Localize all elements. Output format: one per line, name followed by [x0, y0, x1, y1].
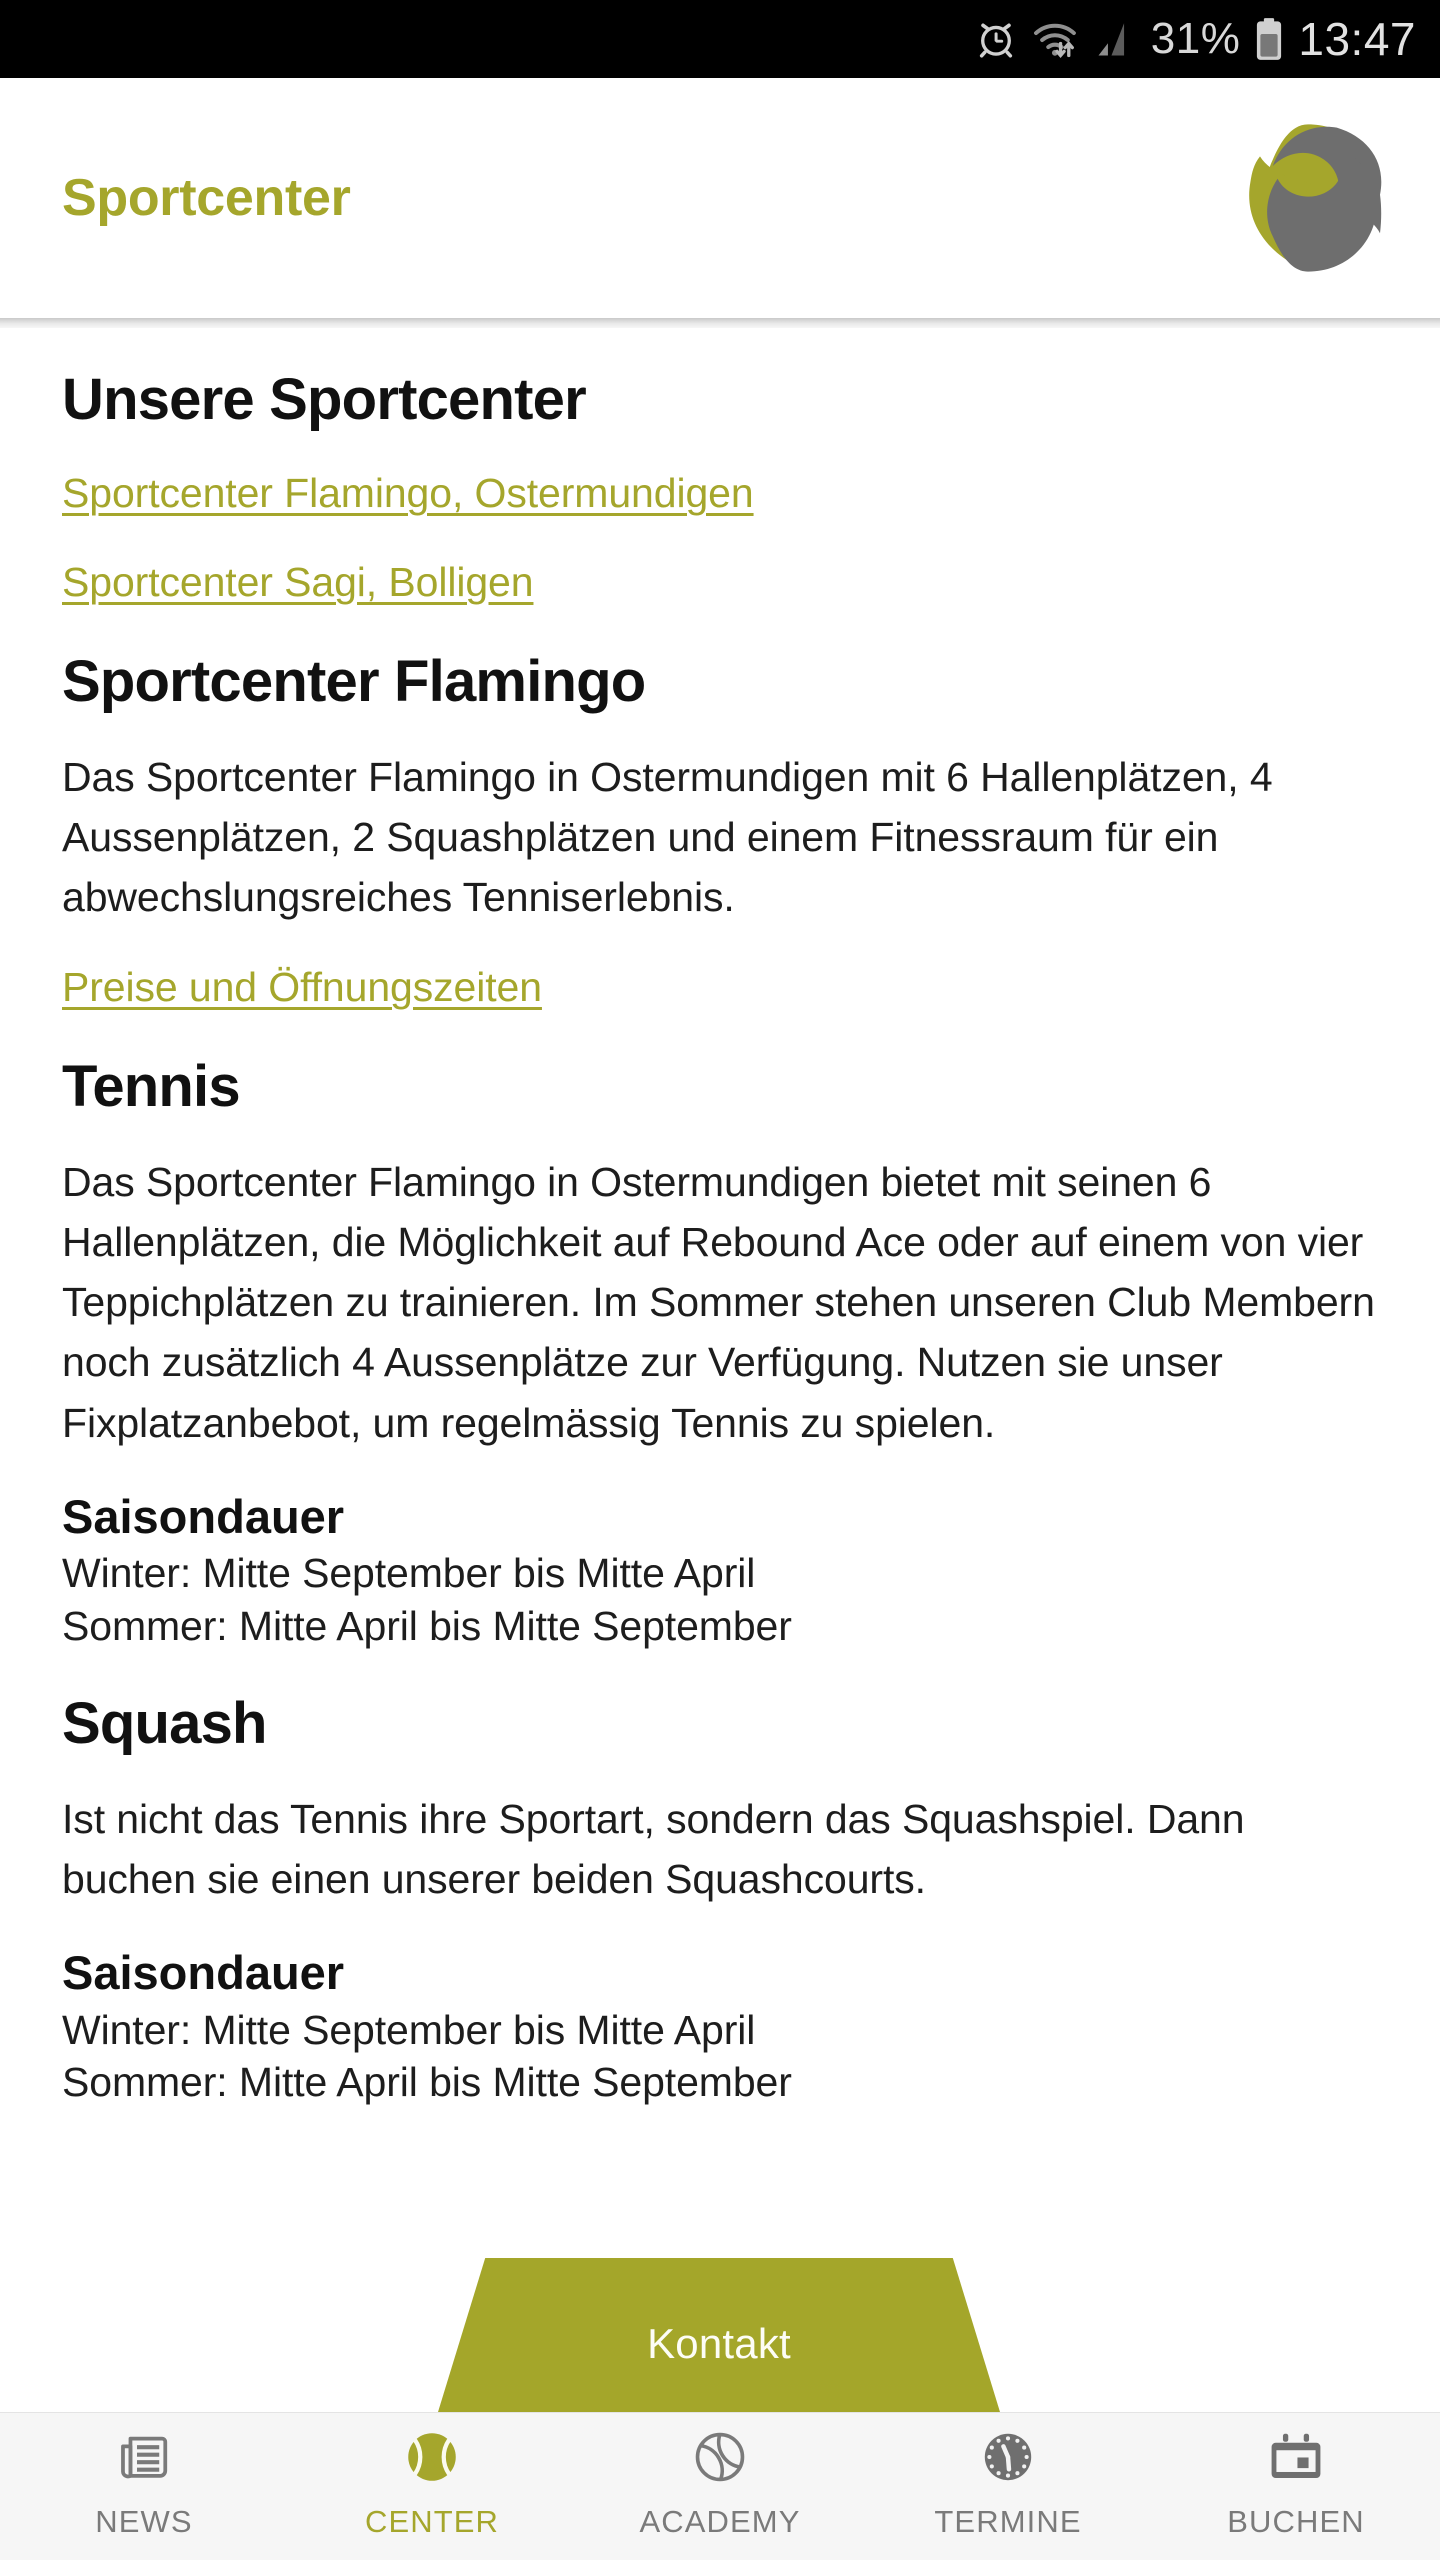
- newspaper-icon: [115, 2426, 173, 2488]
- nav-item-termine[interactable]: TERMINE: [864, 2413, 1152, 2560]
- nav-label-news: NEWS: [95, 2504, 193, 2539]
- paragraph-tennis-description: Das Sportcenter Flamingo in Ostermundige…: [62, 1158, 1375, 1446]
- label-squash-saisondauer: Saisondauer: [62, 1946, 345, 2000]
- bottom-navigation-bar: NEWS CENTER ACADEMY TERMINE BUCHEN: [0, 2412, 1440, 2560]
- tennis-season-summer: Sommer: Mitte April bis Mitte September: [62, 1602, 792, 1649]
- app-header: Sportcenter: [0, 78, 1440, 318]
- status-bar: 31% 13:47: [0, 0, 1440, 78]
- nav-item-news[interactable]: NEWS: [0, 2413, 288, 2560]
- content-scroll-area[interactable]: Unsere Sportcenter Sportcenter Flamingo,…: [0, 328, 1440, 2412]
- nav-label-termine: TERMINE: [934, 2504, 1082, 2539]
- sportcenter-logo: [1228, 118, 1388, 278]
- heading-sportcenter-flamingo: Sportcenter Flamingo: [62, 648, 646, 714]
- battery-percent-label: 31%: [1150, 14, 1241, 63]
- tennis-ball-filled-icon: [402, 2426, 462, 2488]
- kontakt-button-label: Kontakt: [647, 2320, 791, 2367]
- label-tennis-saisondauer: Saisondauer: [62, 1489, 345, 1543]
- nav-item-center[interactable]: CENTER: [288, 2413, 576, 2560]
- tennis-ball-outline-icon: [691, 2426, 749, 2488]
- battery-icon: [1254, 17, 1284, 61]
- status-clock: 13:47: [1298, 13, 1416, 65]
- app-title: Sportcenter: [62, 169, 351, 227]
- nav-label-buchen: BUCHEN: [1227, 2504, 1365, 2539]
- paragraph-squash-description: Ist nicht das Tennis ihre Sportart, sond…: [62, 1795, 1245, 1903]
- paragraph-flamingo-description: Das Sportcenter Flamingo in Ostermundige…: [62, 753, 1273, 921]
- nav-label-center: CENTER: [364, 2504, 500, 2539]
- heading-tennis: Tennis: [62, 1053, 241, 1119]
- link-preise-oeffnungszeiten[interactable]: Preise und Öffnungszeiten: [62, 961, 1378, 1014]
- header-divider: [0, 318, 1440, 328]
- page-title: Unsere Sportcenter: [62, 367, 587, 432]
- link-sportcenter-flamingo[interactable]: Sportcenter Flamingo, Ostermundigen: [62, 467, 1378, 520]
- clock-icon: [979, 2426, 1037, 2488]
- squash-season-winter: Winter: Mitte September bis Mitte April: [62, 2006, 756, 2053]
- nav-label-academy: ACADEMY: [639, 2504, 801, 2539]
- nav-item-buchen[interactable]: BUCHEN: [1152, 2413, 1440, 2560]
- nav-item-academy[interactable]: ACADEMY: [576, 2413, 864, 2560]
- cellular-signal-icon: [1095, 18, 1137, 60]
- kontakt-button[interactable]: Kontakt: [438, 2258, 1000, 2412]
- alarm-clock-icon: [975, 18, 1017, 60]
- heading-squash: Squash: [62, 1690, 267, 1756]
- wifi-icon: [1031, 18, 1081, 60]
- squash-season-summer: Sommer: Mitte April bis Mitte September: [62, 2059, 792, 2106]
- tennis-season-winter: Winter: Mitte September bis Mitte April: [62, 1550, 756, 1597]
- link-sportcenter-sagi[interactable]: Sportcenter Sagi, Bolligen: [62, 556, 1378, 609]
- calendar-icon: [1267, 2426, 1325, 2488]
